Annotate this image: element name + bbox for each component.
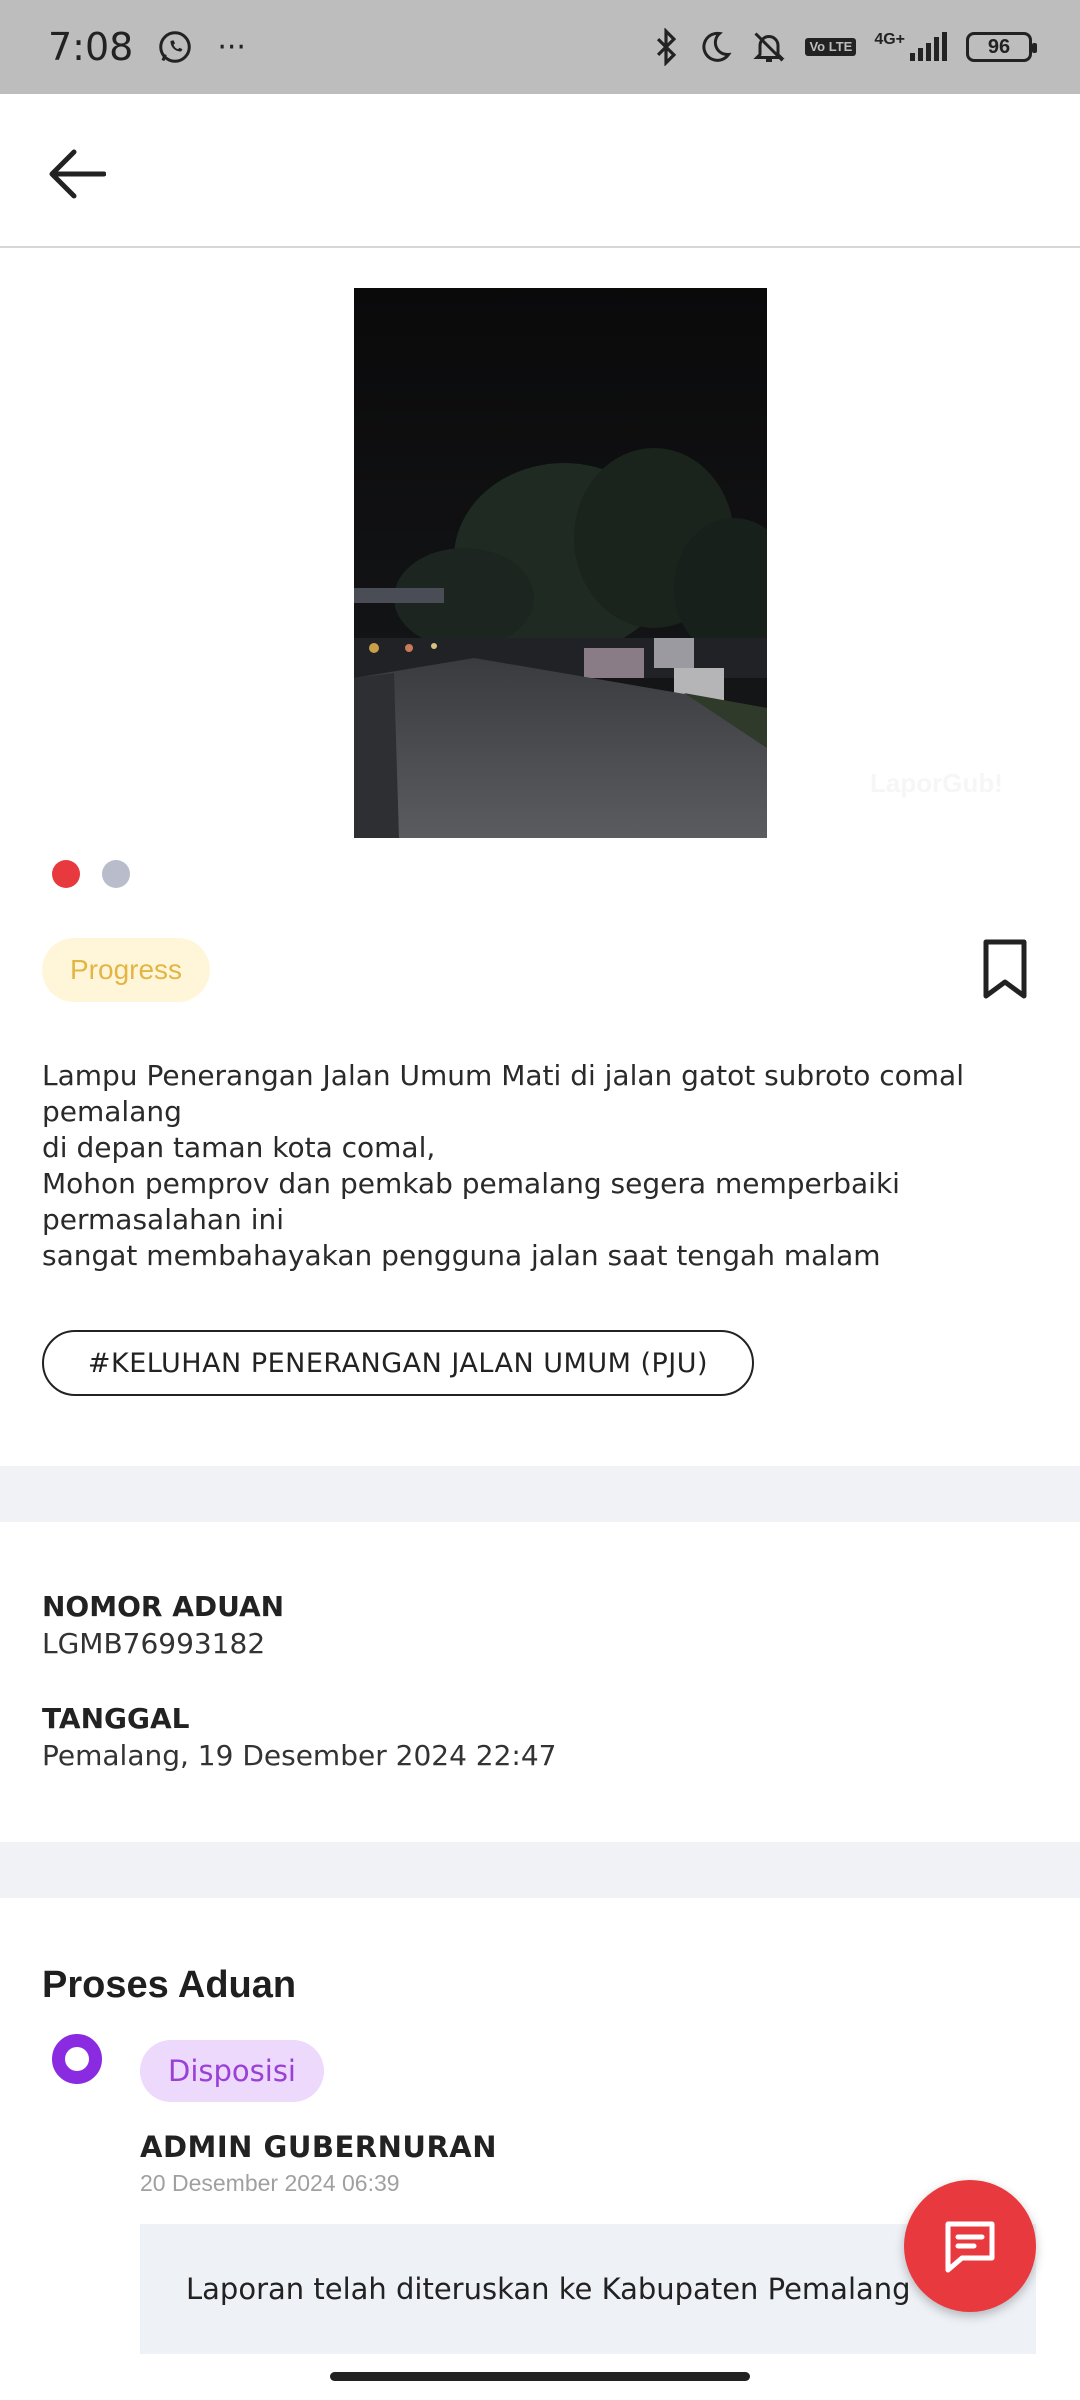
carousel-indicator [52, 860, 130, 888]
report-photo[interactable] [354, 288, 767, 838]
chat-icon [940, 2216, 1000, 2276]
status-badge: Progress [42, 938, 211, 1002]
nomor-aduan-label: NOMOR ADUAN [42, 1590, 285, 1623]
battery-icon: 96 [966, 32, 1037, 62]
carousel-dot[interactable] [102, 860, 130, 888]
network-label: 4G+ [874, 31, 905, 48]
process-message: Laporan telah diteruskan ke Kabupaten Pe… [140, 2224, 1036, 2354]
tanggal-label: TANGGAL [42, 1702, 190, 1735]
muted-bell-icon [751, 29, 787, 65]
process-message-text: Laporan telah diteruskan ke Kabupaten Pe… [186, 2272, 911, 2306]
category-tag[interactable]: #KELUHAN PENERANGAN JALAN UMUM (PJU) [42, 1330, 754, 1396]
nomor-aduan-value: LGMB76993182 [42, 1627, 266, 1660]
timeline-dot [52, 2034, 102, 2084]
section-divider [0, 1466, 1080, 1522]
bookmark-button[interactable] [978, 938, 1032, 1002]
bluetooth-icon [653, 28, 679, 66]
bookmark-icon [978, 938, 1032, 1002]
night-street-illustration [354, 288, 767, 838]
status-bar-right: Vo LTE 4G+ 96 [653, 28, 1037, 66]
carousel-dot-active[interactable] [52, 860, 80, 888]
home-indicator[interactable] [330, 2372, 750, 2381]
report-description: Lampu Penerangan Jalan Umum Mati di jala… [42, 1059, 964, 1272]
status-bar: 7:08 ··· Vo LTE 4G+ 96 [0, 0, 1080, 94]
process-status-badge: Disposisi [140, 2040, 324, 2102]
arrow-left-icon [46, 148, 106, 200]
image-carousel[interactable]: LaporGub! [0, 288, 1080, 838]
chat-fab-button[interactable] [904, 2180, 1036, 2312]
photo-watermark: LaporGub! [870, 768, 1003, 798]
status-bar-left: 7:08 ··· [48, 25, 246, 69]
network-type: 4G+ [874, 31, 948, 63]
process-date: 20 Desember 2024 06:39 [140, 2170, 400, 2196]
back-button[interactable] [40, 138, 112, 210]
more-notifications-icon: ··· [217, 29, 246, 65]
signal-icon [908, 31, 948, 63]
whatsapp-icon [157, 29, 193, 65]
app-bar [0, 94, 1080, 248]
volte-icon: Vo LTE [805, 38, 857, 56]
tanggal-value: Pemalang, 19 Desember 2024 22:47 [42, 1739, 557, 1772]
section-divider [0, 1842, 1080, 1898]
process-actor: ADMIN GUBERNURAN [140, 2130, 497, 2164]
status-time: 7:08 [48, 25, 134, 69]
process-title: Proses Aduan [42, 1964, 297, 2006]
do-not-disturb-moon-icon [697, 29, 733, 65]
